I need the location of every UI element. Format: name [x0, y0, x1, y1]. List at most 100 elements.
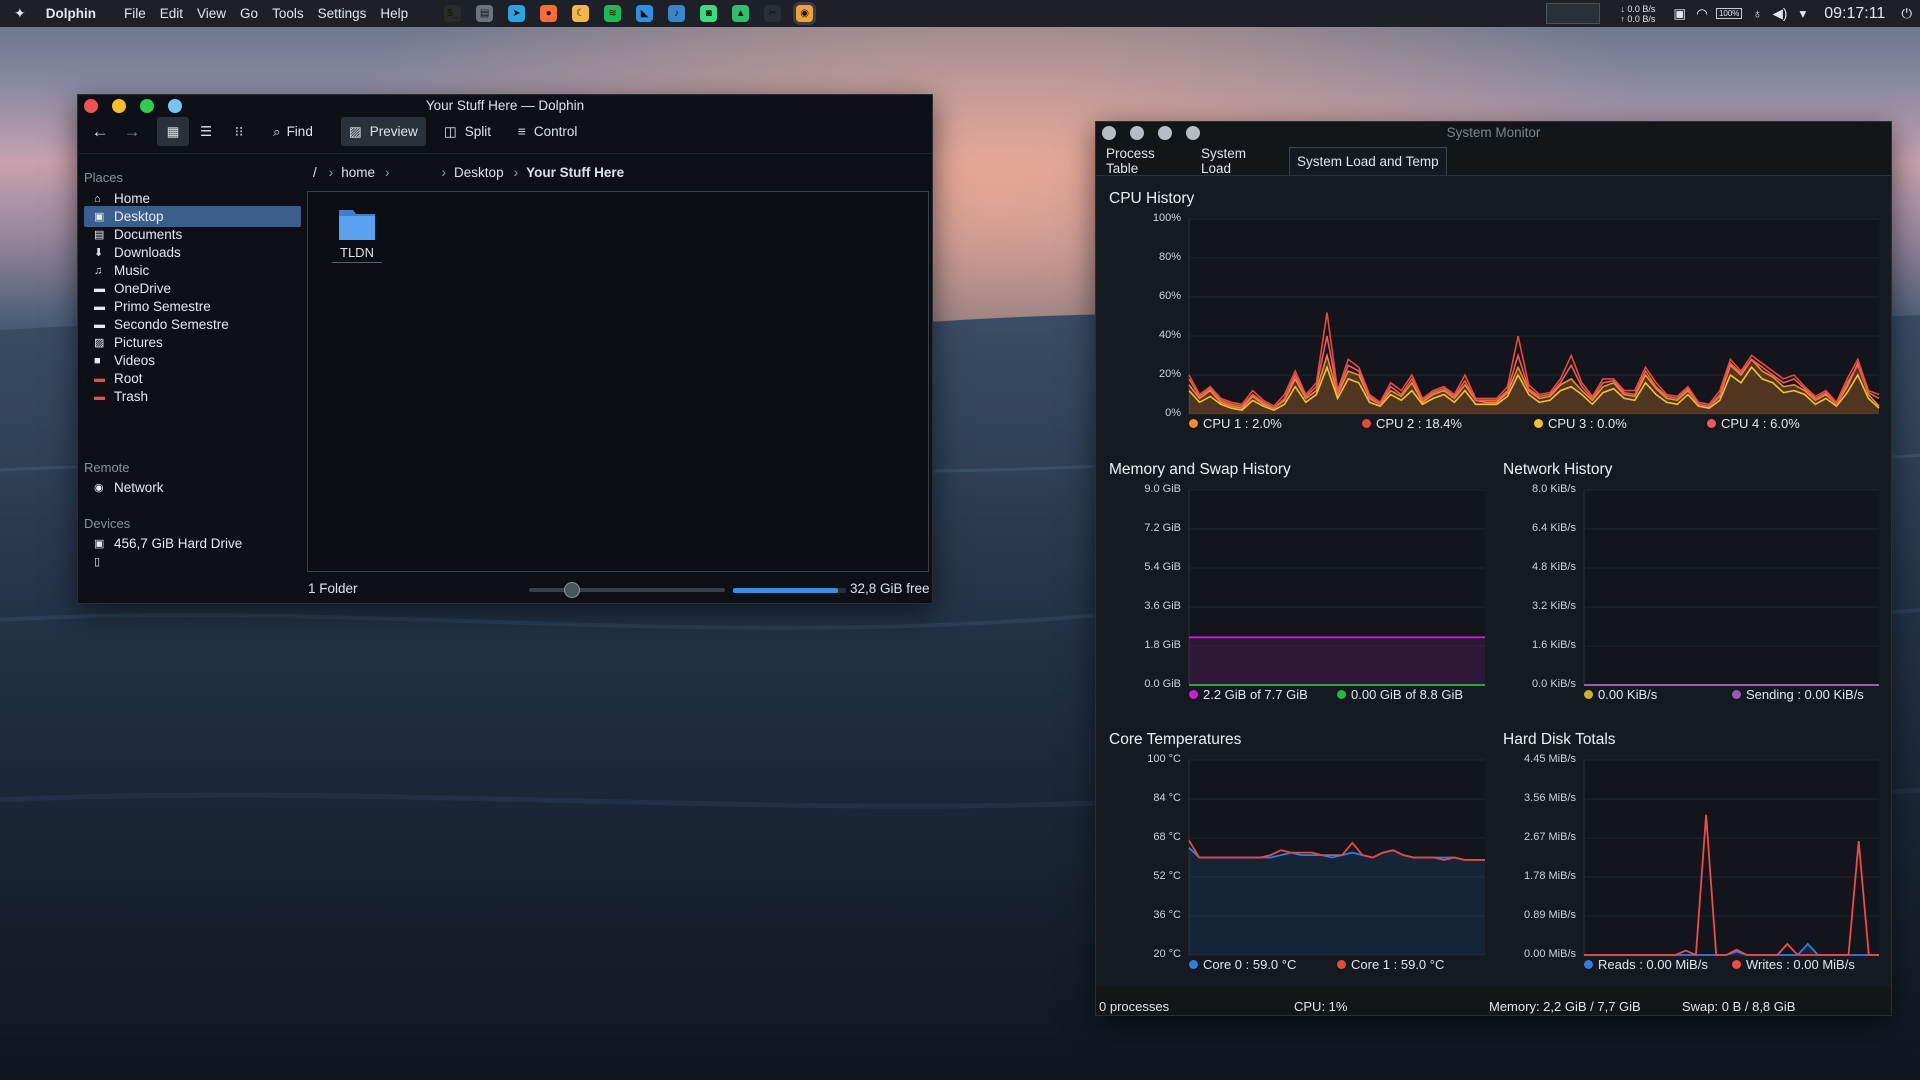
file-item-folder[interactable]: TLDN — [332, 206, 382, 263]
scissors-icon[interactable]: ✂ — [764, 5, 782, 22]
removable-device-icon: ▯ — [94, 556, 101, 568]
vscode-icon[interactable]: ◣ — [636, 5, 654, 22]
zoom-slider-handle[interactable] — [564, 582, 581, 598]
menu-view[interactable]: View — [197, 6, 226, 21]
sidebar-item-label: Primo Semestre — [114, 299, 211, 314]
android-icon[interactable]: ◙ — [700, 5, 718, 22]
net-up-speed: 0.0 B/s — [1627, 13, 1656, 24]
telegram-icon[interactable]: ➤ — [508, 5, 526, 22]
legend-swatch — [1732, 960, 1741, 969]
sidebar-item-label: Videos — [114, 353, 156, 368]
list-icon: ☰ — [199, 123, 213, 139]
legend-item: Sending : 0.00 KiB/s — [1732, 687, 1864, 702]
music-app-icon[interactable]: ♪ — [668, 5, 686, 22]
monitor-titlebar[interactable]: System Monitor — [1096, 122, 1891, 146]
series-area — [1189, 847, 1485, 955]
active-app-name: Dolphin — [45, 6, 96, 21]
legend-swatch — [1337, 960, 1346, 969]
y-tick-label: 100 °C — [1147, 753, 1181, 765]
top-panel: ✦ Dolphin File Edit View Go Tools Settings Hel… — [0, 0, 1920, 27]
chevron-right-icon: › — [385, 164, 390, 180]
dolphin-titlebar[interactable]: Your Stuff Here — Dolphin — [78, 95, 932, 117]
tab-process-table[interactable]: Process Table — [1099, 146, 1191, 176]
preview-label: Preview — [369, 124, 418, 139]
menu-file[interactable]: File — [124, 6, 146, 21]
files-icon[interactable]: ▤ — [476, 5, 494, 22]
app-launcher-icon[interactable]: ✦ — [14, 5, 26, 22]
net-down-speed: 0.0 B/s — [1627, 3, 1656, 14]
sidebar-item-label: Network — [114, 480, 164, 495]
status-count: 1 Folder — [308, 581, 358, 596]
bulb-icon[interactable]: ♁ — [1752, 6, 1762, 21]
sidebar-item-network[interactable]: ◉ Network — [84, 477, 301, 498]
legend-label: Writes : 0.00 MiB/s — [1746, 957, 1855, 972]
legend-item: CPU 4 : 6.0% — [1707, 416, 1800, 431]
details-view-button[interactable]: ☰ — [192, 117, 220, 146]
hard-drive-icon: ▣ — [94, 538, 105, 550]
icons-view-button[interactable]: ▦ — [157, 117, 189, 146]
menu-settings[interactable]: Settings — [318, 6, 367, 21]
compact-view-button[interactable]: ⁝⁝ — [225, 117, 253, 146]
desktop-icon: ▣ — [94, 211, 105, 223]
sidebar-item-device[interactable]: ▯ — [84, 551, 301, 572]
breadcrumb-home[interactable]: home — [341, 165, 375, 180]
menu-help[interactable]: Help — [380, 6, 408, 21]
night-light-icon[interactable]: ☾ — [572, 5, 590, 22]
power-icon[interactable]: ⏻ — [1901, 6, 1912, 22]
root-folder-icon: ▬ — [94, 372, 105, 385]
remote-header: Remote — [84, 460, 130, 475]
chart-title: Core Temperatures — [1109, 731, 1242, 748]
volume-icon[interactable]: ◀) — [1773, 6, 1788, 22]
y-tick-label: 20% — [1158, 368, 1181, 380]
y-tick-label: 0.89 MiB/s — [1524, 909, 1576, 921]
legend-label: Sending : 0.00 KiB/s — [1746, 687, 1864, 702]
menu-go[interactable]: Go — [240, 6, 258, 21]
breadcrumb-desktop[interactable]: Desktop — [454, 165, 504, 180]
menu-tools[interactable]: Tools — [272, 6, 304, 21]
forward-button[interactable]: → — [120, 117, 144, 146]
breadcrumb-current[interactable]: Your Stuff Here — [526, 165, 624, 180]
chart-title: CPU History — [1109, 190, 1195, 207]
legend-label: 2.2 GiB of 7.7 GiB — [1203, 687, 1308, 702]
battery-icon[interactable]: 100% — [1715, 8, 1743, 19]
wifi-icon[interactable]: ◠ — [1696, 6, 1708, 22]
clock[interactable]: 09:17:11 — [1824, 5, 1885, 23]
preview-button[interactable]: ▨ Preview — [341, 117, 426, 146]
split-button[interactable]: ◫ Split — [439, 117, 496, 146]
folder-icon — [339, 210, 375, 240]
firefox-icon[interactable]: ● — [540, 5, 558, 22]
status-swap: Swap: 0 B / 8,8 GiB — [1682, 999, 1796, 1014]
chart-plot — [1188, 489, 1485, 686]
pictures-icon: ▨ — [94, 337, 105, 349]
sidebar-item-trash[interactable]: ▬ Trash — [84, 386, 301, 407]
back-button[interactable]: ← — [88, 117, 112, 146]
folder-name: TLDN — [332, 245, 382, 263]
spotify-icon[interactable]: ≋ — [604, 5, 622, 22]
image-viewer-icon[interactable]: ▲ — [732, 5, 750, 22]
window-title: System Monitor — [1446, 125, 1541, 140]
terminal-icon[interactable]: $_ — [444, 5, 462, 22]
breadcrumb[interactable]: / › home › › Desktop › Your Stuff Here — [307, 161, 624, 183]
download-icon: ⬇ — [94, 247, 104, 259]
zoom-slider[interactable] — [529, 582, 725, 598]
control-button[interactable]: ≡ Control — [513, 117, 582, 146]
ubuntu-icon[interactable]: ◉ — [796, 5, 814, 22]
chart-title: Network History — [1503, 461, 1613, 478]
y-tick-label: 7.2 GiB — [1144, 522, 1181, 534]
menu-edit[interactable]: Edit — [160, 6, 183, 21]
tray-expand-icon[interactable]: ▾ — [1799, 6, 1806, 22]
legend-swatch — [1189, 419, 1198, 428]
tab-system-load[interactable]: System Load — [1194, 146, 1286, 176]
chart-title: Memory and Swap History — [1109, 461, 1291, 478]
tab-system-load-and-temp[interactable]: System Load and Temp — [1289, 147, 1447, 175]
breadcrumb-root[interactable]: / — [313, 165, 317, 180]
clipboard-icon[interactable]: ▣ — [1673, 6, 1686, 22]
pager-widget[interactable] — [1546, 3, 1601, 24]
y-tick-label: 40% — [1158, 329, 1181, 341]
y-tick-label: 9.0 GiB — [1144, 483, 1181, 495]
file-view[interactable]: TLDN — [307, 191, 929, 572]
y-tick-label: 1.78 MiB/s — [1524, 870, 1576, 882]
find-button[interactable]: ⌕ Find — [268, 117, 318, 146]
y-tick-label: 36 °C — [1153, 909, 1181, 921]
legend-swatch — [1189, 690, 1198, 699]
